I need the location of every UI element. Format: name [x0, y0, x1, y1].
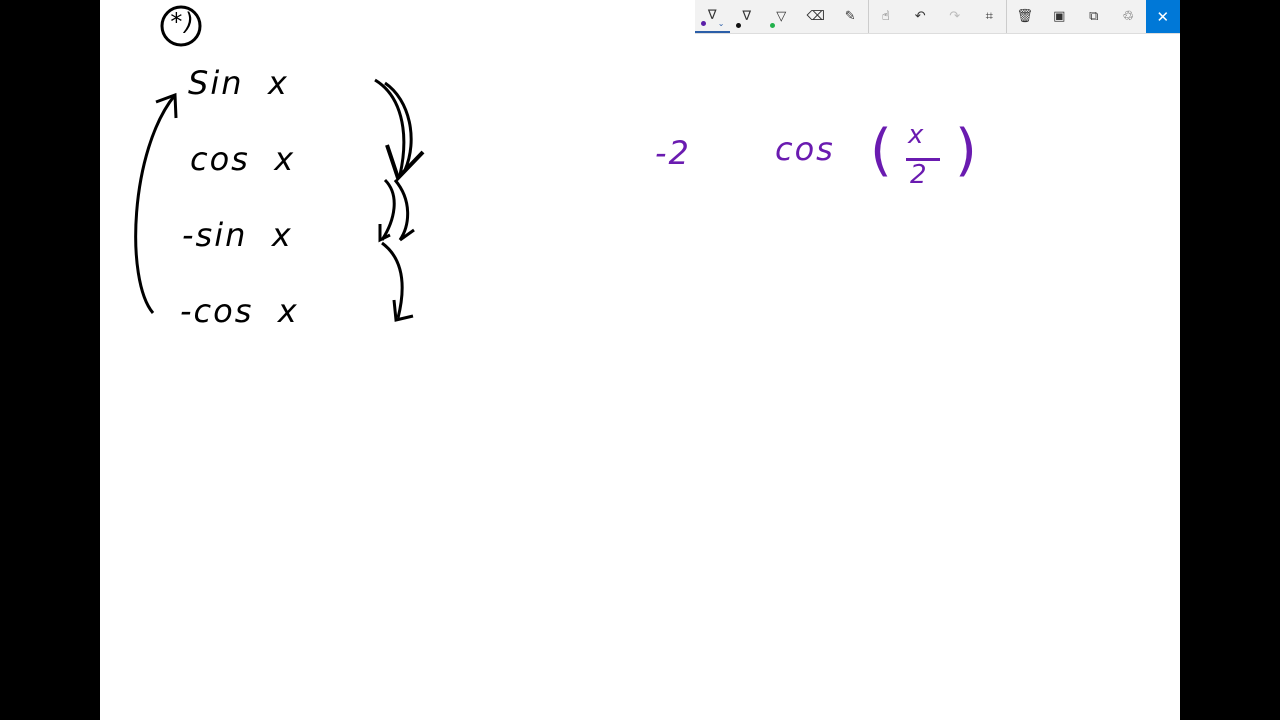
- star-circle: [160, 5, 202, 47]
- derivative-arrow-2: [380, 178, 410, 241]
- cycle-arrow: [134, 94, 177, 314]
- derivative-arrowhead-3: [392, 299, 414, 322]
- ink-arrows: [134, 5, 425, 322]
- derivative-arrow-3: [381, 241, 404, 319]
